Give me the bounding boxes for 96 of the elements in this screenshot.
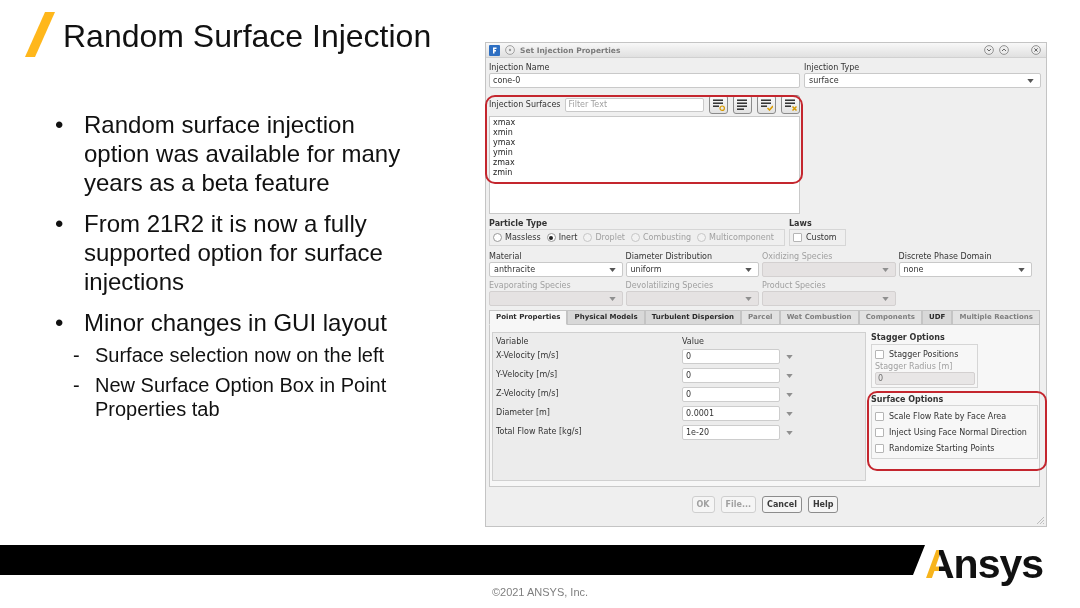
value-field[interactable]: 0 (682, 368, 780, 383)
caret-icon (786, 373, 793, 378)
checkbox[interactable] (875, 411, 884, 421)
checkbox-label: Stagger Positions (889, 349, 959, 360)
text-field[interactable]: cone-0 (489, 73, 800, 88)
caret-icon (881, 267, 889, 272)
bullet-text: From 21R2 it is now a fully supported option for surface injections (84, 209, 384, 296)
group-label: Stagger Options (871, 332, 946, 343)
caret-icon (786, 411, 793, 416)
app-icon (489, 44, 500, 56)
radio-label: Multicomponent (709, 232, 774, 243)
dialog-button[interactable]: Help (807, 496, 839, 513)
bullet-text: Random surface injection option was available for many years as a beta feature (84, 110, 402, 197)
dropdown[interactable]: uniform (625, 262, 759, 277)
dialog-button[interactable]: Cancel (762, 496, 802, 513)
field-label: Injection Type (804, 62, 861, 73)
variable-label: Diameter [m] (495, 406, 551, 418)
caret-icon (786, 392, 793, 397)
radio-label: Massless (505, 232, 541, 243)
group-label: Particle Type (489, 218, 549, 229)
copyright-text: ©2021 ANSYS, Inc. (491, 585, 589, 599)
radio-label: Inert (558, 232, 578, 243)
value-field[interactable]: 0 (682, 387, 780, 402)
bullet-marker: - (73, 343, 81, 367)
radio-button[interactable] (546, 233, 556, 242)
bullet-marker: • (55, 209, 65, 239)
toolbar-button[interactable] (781, 95, 800, 114)
list-item[interactable]: zmax (492, 158, 797, 168)
variable-label: Total Flow Rate [kg/s] (495, 425, 583, 437)
radio-button[interactable] (493, 233, 502, 242)
variable-label: Y-Velocity [m/s] (495, 368, 559, 380)
list-cross-icon (784, 98, 797, 111)
value-field[interactable]: 0.0001 (682, 406, 780, 421)
list-item[interactable]: xmin (492, 128, 797, 138)
caret-icon (745, 296, 752, 301)
field-label: Oxidizing Species (762, 251, 834, 262)
list-item[interactable]: xmax (492, 118, 797, 128)
caret-icon (608, 267, 616, 272)
slash-icon (25, 12, 55, 57)
checkbox[interactable] (875, 350, 884, 359)
field-label: Diameter Distribution (625, 251, 714, 262)
field-label: Discrete Phase Domain (898, 251, 993, 262)
caret-icon (786, 430, 793, 435)
bullet-marker: • (55, 110, 65, 140)
field-label: Injection Name (489, 62, 551, 73)
bullet-marker: • (55, 308, 65, 337)
dropdown[interactable]: none (898, 262, 1032, 277)
checkbox-label: Scale Flow Rate by Face Area (889, 410, 1007, 422)
group-label: Laws (789, 218, 813, 229)
field-label: Devolatilizing Species (625, 280, 715, 291)
field-label: Injection Surfaces (489, 99, 561, 110)
checkbox-label: Randomize Starting Points (889, 442, 995, 454)
value-field[interactable]: 1e-20 (682, 425, 780, 440)
caret-icon (745, 267, 752, 272)
brand-logo: Ansys (925, 540, 1044, 589)
field-label: Material (489, 251, 523, 262)
bullet-text: Minor changes in GUI layout (84, 308, 388, 337)
list-item[interactable]: ymin (492, 148, 797, 158)
list-item[interactable]: zmin (492, 168, 797, 178)
bullet-text: Surface selection now on the left (95, 343, 386, 367)
value-field[interactable]: 0 (682, 349, 780, 364)
caret-icon (881, 296, 889, 301)
bullet-marker: - (73, 373, 81, 398)
list-check-icon (760, 98, 773, 111)
radio-label: Droplet (595, 232, 625, 243)
maximize-icon[interactable] (999, 45, 1009, 55)
filter-field[interactable]: Filter Text (565, 97, 704, 112)
field-label: Stagger Radius [m] (875, 361, 954, 372)
checkbox-label: Custom (806, 232, 837, 243)
dropdown[interactable]: anthracite (489, 262, 623, 277)
caret-icon (608, 296, 616, 301)
checkbox-label: Inject Using Face Normal Direction (889, 426, 1027, 438)
list-icon (736, 98, 749, 111)
list-item[interactable]: ymax (492, 138, 797, 148)
slide-title: Random Surface Injection (63, 16, 432, 56)
checkbox[interactable] (793, 233, 802, 242)
column-header: Variable (495, 336, 530, 347)
window-menu-icon[interactable] (505, 45, 515, 55)
caret-icon (1018, 267, 1025, 272)
list-circle-icon (712, 98, 725, 111)
close-icon[interactable] (1031, 45, 1041, 55)
variable-label: X-Velocity [m/s] (495, 349, 560, 361)
radio-label: Combusting (642, 232, 692, 243)
field-label: Product Species (762, 280, 827, 291)
checkbox[interactable] (875, 427, 884, 437)
dropdown[interactable]: surface (804, 73, 1041, 88)
resize-grip-icon[interactable] (1036, 516, 1044, 524)
caret-icon (1027, 78, 1034, 83)
field-label: Evaporating Species (489, 280, 572, 291)
checkbox[interactable] (875, 443, 884, 453)
group-label: Surface Options (871, 394, 945, 405)
bullet-text: New Surface Option Box in Point Properties tab (95, 373, 388, 421)
caret-icon (786, 354, 793, 359)
variable-label: Z-Velocity [m/s] (495, 387, 560, 399)
minimize-icon[interactable] (984, 45, 994, 55)
column-header: Value (682, 336, 704, 347)
